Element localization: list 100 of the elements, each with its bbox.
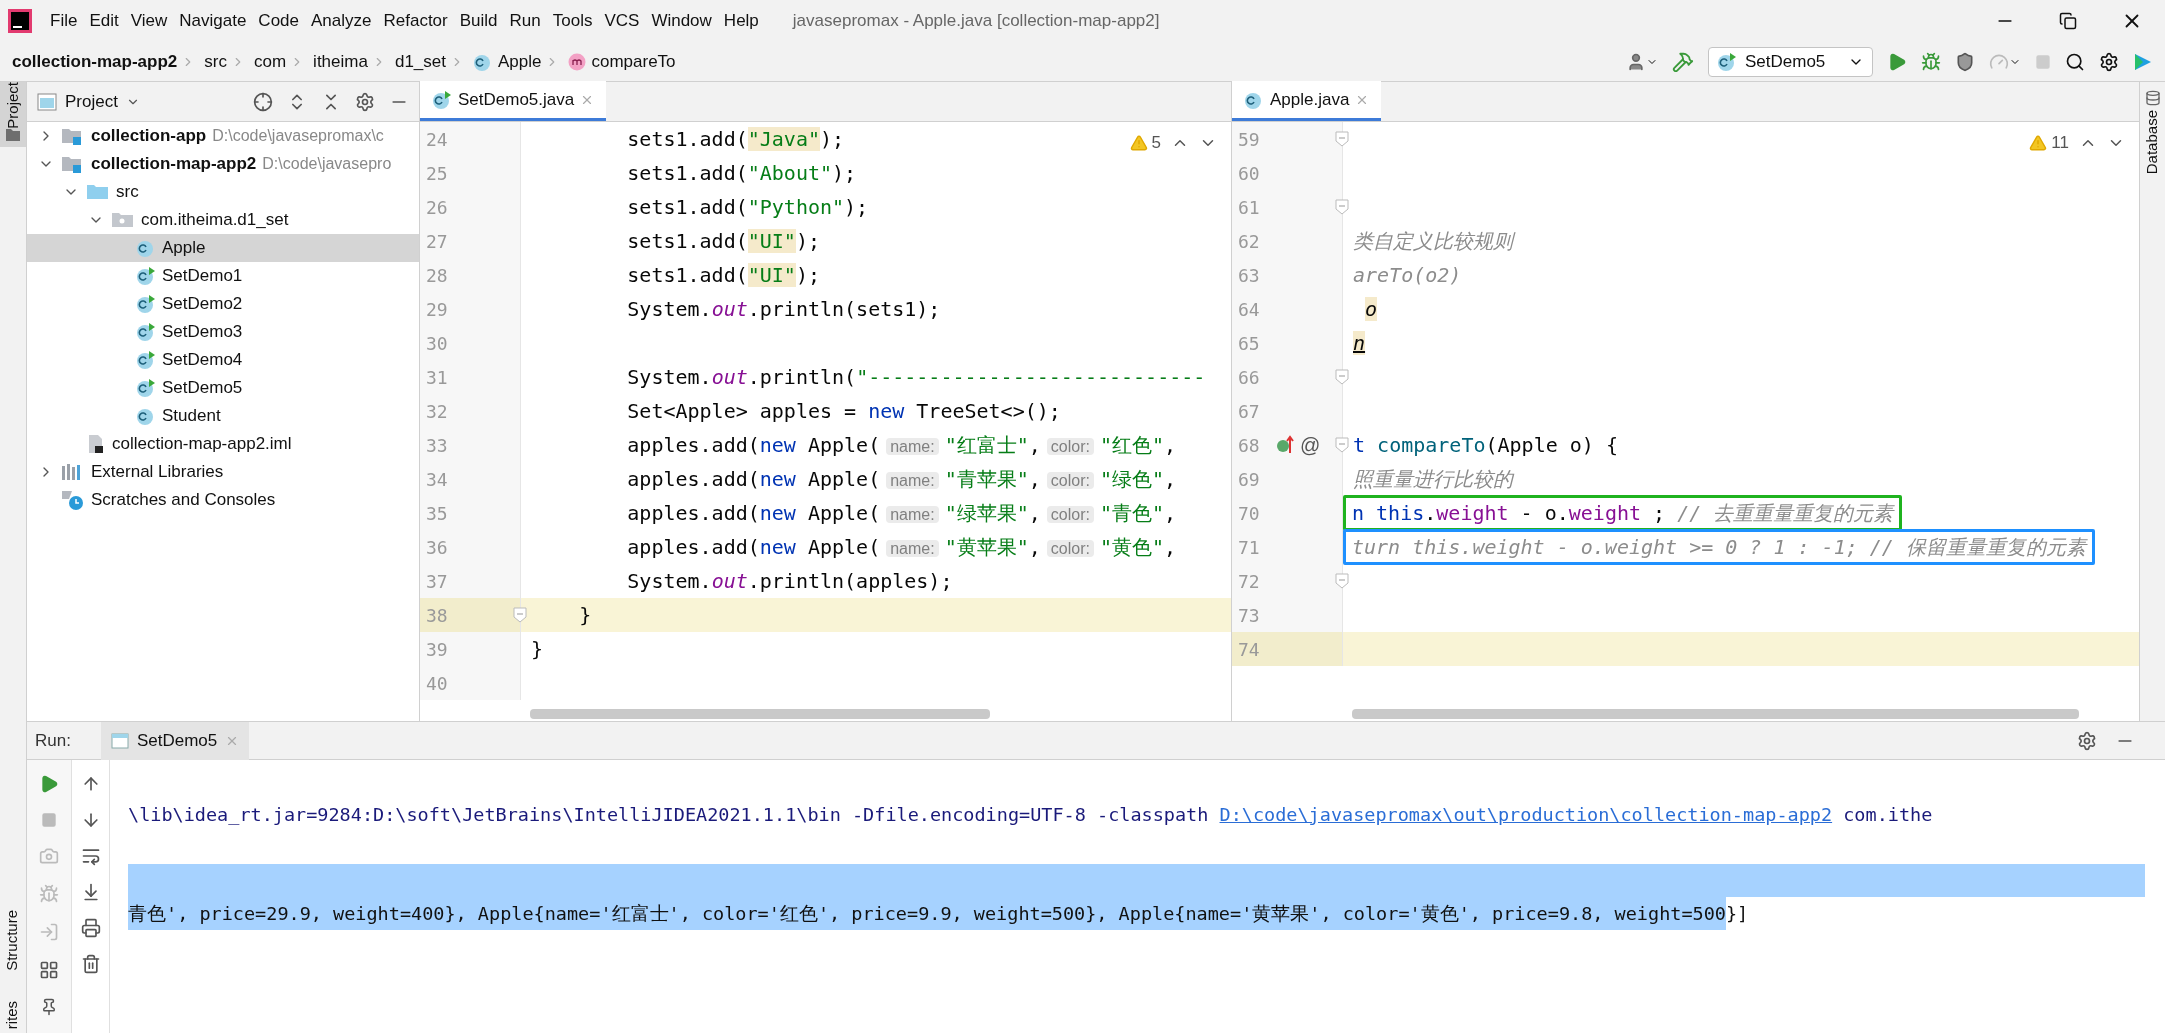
menu-item[interactable]: Window [645,8,718,34]
breadcrumb-item[interactable]: compareTo [591,48,676,75]
warning-count[interactable]: 5 [1151,130,1161,156]
panel-title: Run: [35,729,71,752]
window-title: javasepromax - Apple.java [collection-map-app2] [792,10,1160,33]
line-number: 25 [426,161,448,186]
code-line: System.out.println(apples); [626,569,953,593]
rerun-icon[interactable] [39,774,59,794]
menu-item[interactable]: Analyze [305,8,378,34]
run-tab[interactable]: SetDemo5 [100,721,250,760]
hammer-icon[interactable] [1672,50,1694,73]
search-icon[interactable] [2065,51,2085,72]
tree-item[interactable]: Apple [162,235,206,261]
toolbox-logo-icon[interactable] [2133,51,2153,72]
panel-icon [37,92,57,111]
print-icon[interactable] [80,918,101,938]
tree-item[interactable]: SetDemo1 [162,263,243,289]
coverage-icon[interactable] [1955,51,1975,72]
settings-icon[interactable] [2099,51,2119,72]
command-text: com.ithe [1843,802,1933,827]
tree-item[interactable]: com.itheima.d1_set [141,207,289,233]
tree-item[interactable]: SetDemo3 [162,319,243,345]
restore-icon[interactable] [2059,12,2077,30]
panel-title[interactable]: Project [65,88,118,115]
tree-item[interactable]: SetDemo5 [162,375,243,401]
implements-arrow-icon[interactable] [1276,435,1296,455]
code-line: apples.add(new Apple( name: "黄苹果", color: "黄色", [626,535,1177,559]
fold-marker-icon[interactable] [1335,131,1349,147]
debug-icon[interactable] [1921,51,1941,72]
file-icon [86,434,106,454]
breadcrumb-item[interactable]: com [254,48,287,75]
settings-icon[interactable] [2077,730,2097,751]
menu-item[interactable]: Code [252,8,305,34]
fold-marker-icon[interactable] [513,607,527,623]
soft-wrap-icon[interactable] [80,846,101,866]
menu-item[interactable]: Refactor [377,8,454,34]
package-folder-icon [111,210,135,230]
tree-item[interactable]: SetDemo2 [162,291,243,317]
breadcrumb-item[interactable]: d1_set [394,48,446,75]
editor-tab[interactable]: SetDemo5.java [420,81,607,121]
menu-item[interactable]: Run [503,8,547,34]
runnable-class-icon [1717,51,1737,72]
breadcrumb-item[interactable]: itheima [313,48,368,75]
tool-window-tab[interactable]: Structure [0,909,25,971]
tree-item[interactable]: Scratches and Consoles [91,487,276,513]
menu-item[interactable]: Help [717,8,765,34]
breadcrumb-item[interactable]: src [204,48,227,75]
breadcrumb-item[interactable]: collection-map-app2 [12,48,178,75]
fold-marker-icon[interactable] [1335,369,1349,385]
fold-marker-icon[interactable] [1335,437,1349,453]
trash-icon[interactable] [80,954,101,974]
runnable-class-icon [136,322,156,342]
class-icon [136,238,156,258]
horizontal-scrollbar[interactable] [1352,709,2079,719]
module-path: D:\code\javasepro [262,154,392,174]
menu-item[interactable]: File [44,8,84,34]
fold-marker-icon[interactable] [1335,573,1349,589]
breadcrumb-item[interactable]: Apple [497,48,542,75]
tree-item[interactable]: collection-app [91,123,207,149]
warning-count[interactable]: 11 [2051,130,2069,156]
runnable-class-icon [136,294,156,314]
horizontal-scrollbar[interactable] [530,709,990,719]
code-line: sets1.add("UI"); [626,229,820,253]
code-line: System.out.println("---------------------------- [626,365,1206,389]
line-number: 68 [1238,433,1260,458]
layout-icon[interactable] [39,960,59,980]
menu-item[interactable]: Build [453,8,504,34]
editor-tab[interactable]: Apple.java [1232,81,1382,121]
menu-item[interactable]: Navigate [173,8,253,34]
line-number: 37 [426,569,448,594]
menu-item[interactable]: View [124,8,174,34]
tool-window-tab[interactable]: Database [2140,110,2165,175]
fold-marker-icon[interactable] [1335,199,1349,215]
line-number: 74 [1238,637,1260,662]
menu-item[interactable]: Edit [83,8,125,34]
menu-item[interactable]: Tools [546,8,599,34]
line-number: 59 [1238,127,1260,152]
class-icon [136,406,156,426]
code-line: sets1.add("About"); [626,161,857,185]
classpath-link[interactable]: D:\code\javasepromax\out\production\collection-map-app2 [1219,800,1833,829]
tree-item[interactable]: collection-map-app2 [91,151,257,177]
tree-item[interactable]: collection-map-app2.iml [112,431,292,457]
runnable-class-icon [432,89,452,110]
database-icon[interactable] [2144,90,2161,106]
code-line: 照重量进行比较的 [1353,467,1513,491]
run-icon[interactable] [1887,51,1907,72]
run-config-dropdown[interactable]: SetDemo5 [1708,46,1873,77]
user-icon[interactable] [1626,51,1646,72]
line-number: 62 [1238,229,1260,254]
line-number: 33 [426,433,448,458]
annotation-icon[interactable]: @ [1300,430,1321,460]
menu-item[interactable]: VCS [598,8,646,34]
locate-icon[interactable] [253,91,273,112]
tree-item[interactable]: Student [162,403,221,429]
tree-item[interactable]: SetDemo4 [162,347,243,373]
pin-icon[interactable] [40,998,58,1016]
tool-window-tab[interactable]: rites [0,1000,25,1029]
tree-item[interactable]: External Libraries [91,459,224,485]
settings-icon[interactable] [355,91,375,112]
tree-item[interactable]: src [116,179,139,205]
